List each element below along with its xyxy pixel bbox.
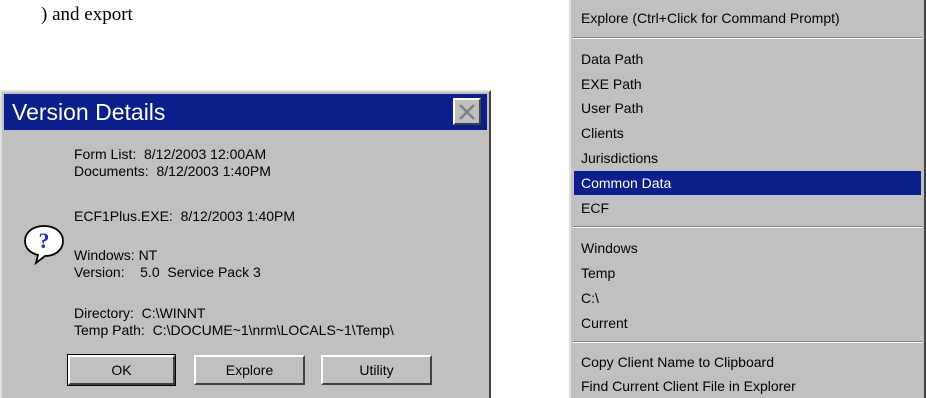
close-button[interactable] — [453, 98, 481, 125]
menu-separator — [573, 226, 922, 228]
ok-button[interactable]: OK — [67, 354, 176, 386]
dialog-title: Version Details — [12, 99, 166, 125]
document-text-fragment: ) and export — [41, 4, 133, 25]
menu-item-explore[interactable]: Explore (Ctrl+Click for Command Prompt) — [574, 6, 921, 30]
menu-item-jurisdictions[interactable]: Jurisdictions — [574, 146, 921, 170]
directory-text: Directory: C:\WINNT — [74, 305, 206, 321]
menu-separator — [573, 341, 922, 343]
explore-context-menu: Explore (Ctrl+Click for Command Prompt) … — [569, 0, 926, 398]
menu-item-user-path[interactable]: User Path — [574, 96, 921, 120]
menu-item-data-path[interactable]: Data Path — [574, 47, 921, 71]
menu-item-ecf[interactable]: ECF — [574, 196, 921, 220]
version-text: Version: 5.0 Service Pack 3 — [74, 264, 261, 280]
utility-button[interactable]: Utility — [321, 355, 432, 385]
documents-text: Documents: 8/12/2003 1:40PM — [74, 163, 271, 179]
svg-text:?: ? — [39, 228, 50, 253]
close-icon — [459, 103, 475, 120]
form-list-text: Form List: 8/12/2003 12:00AM — [74, 146, 267, 162]
menu-item-windows[interactable]: Windows — [574, 236, 921, 260]
menu-item-find-client-file[interactable]: Find Current Client File in Explorer — [574, 374, 921, 398]
dialog-titlebar: Version Details — [4, 94, 487, 130]
menu-item-clients[interactable]: Clients — [574, 121, 921, 145]
menu-separator — [573, 37, 922, 39]
windows-text: Windows: NT — [74, 247, 158, 263]
explore-button[interactable]: Explore — [194, 355, 305, 385]
question-icon: ? — [24, 225, 64, 266]
temp-path-text: Temp Path: C:\DOCUME~1\nrm\LOCALS~1\Temp… — [74, 322, 394, 338]
exe-text: ECF1Plus.EXE: 8/12/2003 1:40PM — [74, 208, 296, 224]
menu-item-current[interactable]: Current — [574, 311, 921, 335]
version-details-dialog: Version Details ? Form List: 8/12/2003 1… — [0, 90, 491, 398]
menu-item-copy-client-name[interactable]: Copy Client Name to Clipboard — [574, 350, 921, 374]
menu-item-temp[interactable]: Temp — [574, 261, 921, 285]
menu-item-common-data[interactable]: Common Data — [574, 171, 921, 195]
menu-item-exe-path[interactable]: EXE Path — [574, 72, 921, 96]
menu-item-c-drive[interactable]: C:\ — [574, 286, 921, 310]
